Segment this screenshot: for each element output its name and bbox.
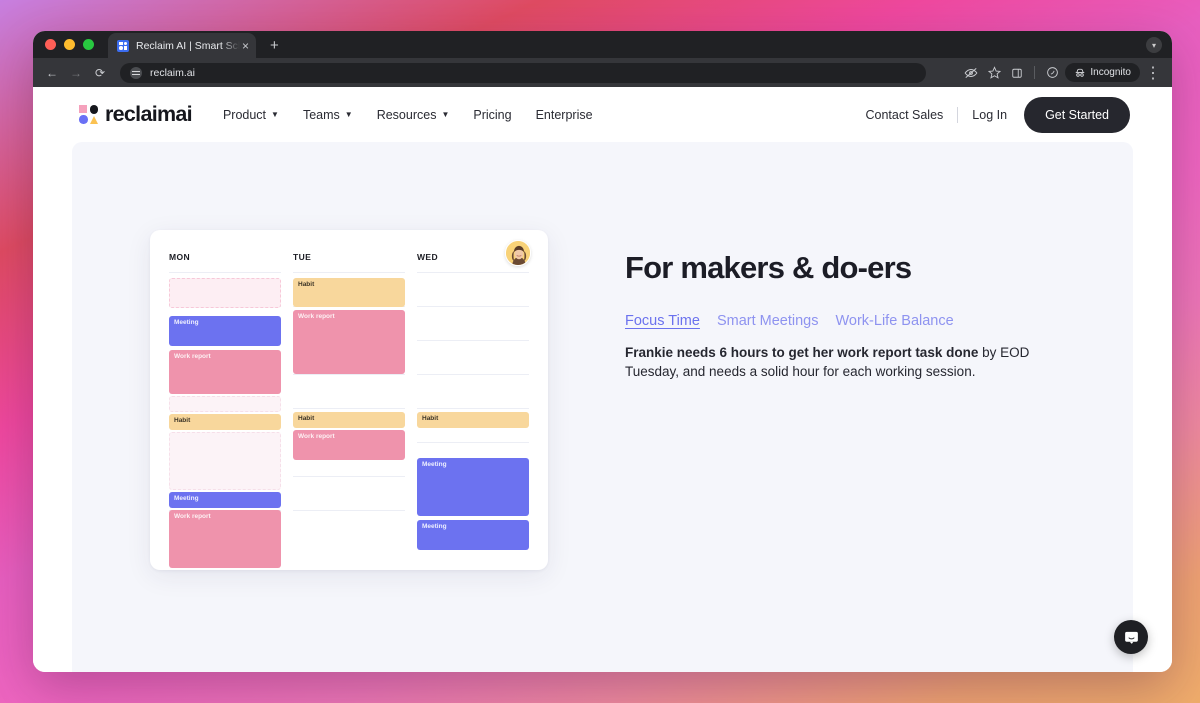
maximize-window-button[interactable] [83, 39, 94, 50]
nav-item-product[interactable]: Product ▼ [223, 108, 279, 122]
extensions-icon[interactable] [1042, 63, 1062, 83]
nav-item-resources-label: Resources [376, 107, 437, 122]
nav-item-enterprise[interactable]: Enterprise [536, 108, 593, 122]
browser-tab-title: Reclaim AI | Smart Scheduling [136, 39, 240, 52]
hero-section: MON Meeting Work report Habit Meeting Wo… [72, 142, 1133, 672]
calendar-event-work-report[interactable]: Work report [169, 510, 281, 568]
page-content: reclaimai Product ▼ Teams ▼ Resources ▼ … [33, 87, 1172, 672]
calendar-slot[interactable] [293, 510, 405, 544]
nav-item-product-label: Product [222, 107, 267, 122]
calendar-day-label: MON [169, 252, 191, 262]
calendar-event-ghost[interactable] [169, 396, 281, 412]
browser-toolbar: ← → ⟳ reclaim.ai Incognito ⋮ [33, 58, 1172, 87]
log-in-link[interactable]: Log In [972, 108, 1007, 122]
close-window-button[interactable] [45, 39, 56, 50]
contact-sales-link[interactable]: Contact Sales [865, 108, 943, 122]
hero-tabs: Focus Time Smart Meetings Work-Life Bala… [625, 313, 1065, 329]
calendar-column-wed: WED Habit Meeting Meeting [417, 252, 529, 550]
toolbar-actions: Incognito ⋮ [961, 63, 1163, 83]
back-icon[interactable]: ← [42, 63, 62, 83]
browser-menu-icon[interactable]: ⋮ [1143, 63, 1163, 83]
close-tab-icon[interactable]: × [242, 40, 249, 52]
toolbar-divider [1034, 66, 1036, 79]
reclaim-favicon-icon [117, 39, 129, 52]
calendar-event-meeting[interactable]: Meeting [417, 520, 529, 550]
incognito-hat-icon [1076, 68, 1085, 77]
calendar-slot[interactable] [293, 374, 405, 408]
chat-bubble-icon [1124, 631, 1138, 644]
nav-item-resources[interactable]: Resources ▼ [377, 108, 450, 122]
nav-item-pricing[interactable]: Pricing [473, 108, 511, 122]
calendar-column-tue: TUE Habit Work report Habit Work report [293, 252, 405, 544]
calendar-event-work-report[interactable]: Work report [293, 430, 405, 460]
calendar-event-meeting[interactable]: Meeting [169, 316, 281, 346]
hero-description-bold: Frankie needs 6 hours to get her work re… [625, 344, 979, 360]
primary-nav: Product ▼ Teams ▼ Resources ▼ Pricing En… [223, 108, 593, 122]
header-divider [957, 106, 959, 123]
calendar-event-ghost[interactable] [169, 432, 281, 490]
nav-item-teams[interactable]: Teams ▼ [303, 108, 353, 122]
incognito-indicator[interactable]: Incognito [1065, 63, 1140, 82]
site-logo[interactable]: reclaimai [79, 102, 193, 127]
address-bar[interactable]: reclaim.ai [120, 62, 926, 83]
calendar-slot[interactable] [417, 340, 529, 374]
hero-description: Frankie needs 6 hours to get her work re… [625, 343, 1065, 383]
calendar-card: MON Meeting Work report Habit Meeting Wo… [150, 230, 548, 570]
calendar-event-work-report[interactable]: Work report [169, 350, 281, 394]
calendar-grid: MON Meeting Work report Habit Meeting Wo… [169, 252, 529, 568]
chevron-down-icon[interactable]: ▾ [1146, 37, 1162, 53]
tab-smart-meetings[interactable]: Smart Meetings [717, 313, 819, 329]
calendar-day-label: WED [417, 252, 439, 262]
get-started-button[interactable]: Get Started [1024, 96, 1130, 133]
chevron-down-icon: ▼ [271, 110, 279, 119]
address-bar-url: reclaim.ai [150, 66, 195, 79]
tab-focus-time[interactable]: Focus Time [625, 313, 700, 329]
site-settings-icon[interactable] [130, 66, 142, 79]
page-title: For makers & do-ers [625, 250, 912, 285]
calendar-column-mon: MON Meeting Work report Habit Meeting Wo… [169, 252, 281, 568]
site-logo-text: reclaimai [105, 102, 193, 126]
new-tab-button[interactable]: + [270, 38, 279, 53]
calendar-slots: Habit Meeting Meeting [417, 272, 529, 550]
hero-text-block: For makers & do-ers Focus Time Smart Mee… [625, 230, 1065, 570]
calendar-event-meeting[interactable]: Meeting [417, 458, 529, 516]
side-panel-icon[interactable] [1007, 63, 1027, 83]
chevron-down-icon: ▼ [441, 110, 450, 119]
intercom-launcher-button[interactable] [1114, 620, 1148, 654]
calendar-slot[interactable] [417, 306, 529, 340]
browser-window: Reclaim AI | Smart Scheduling × + ▾ ← → … [33, 31, 1172, 672]
calendar-slot[interactable] [293, 476, 405, 510]
calendar-event-ghost[interactable] [169, 278, 281, 308]
calendar-slot[interactable] [417, 272, 529, 306]
calendar-slots: Meeting Work report Habit Meeting Work r… [169, 272, 281, 568]
reload-icon[interactable]: ⟳ [90, 63, 110, 83]
site-header: reclaimai Product ▼ Teams ▼ Resources ▼ … [33, 87, 1172, 142]
calendar-event-meeting[interactable]: Meeting [169, 492, 281, 508]
nav-item-teams-label: Teams [302, 107, 340, 122]
tracking-protection-icon[interactable] [961, 63, 981, 83]
calendar-event-work-report[interactable]: Work report [293, 310, 405, 374]
window-traffic-lights [45, 31, 108, 58]
bookmark-star-icon[interactable] [984, 63, 1004, 83]
calendar-event-habit[interactable]: Habit [293, 412, 405, 428]
forward-icon[interactable]: → [66, 63, 86, 83]
calendar-slot[interactable] [417, 374, 529, 408]
tab-work-life-balance[interactable]: Work-Life Balance [835, 313, 953, 329]
browser-tab[interactable]: Reclaim AI | Smart Scheduling × [108, 33, 256, 58]
chevron-down-icon: ▼ [344, 110, 353, 119]
browser-tab-strip: Reclaim AI | Smart Scheduling × + ▾ [33, 31, 1172, 58]
reclaim-logo-mark-icon [79, 105, 98, 124]
incognito-label: Incognito [1090, 67, 1131, 78]
calendar-event-habit[interactable]: Habit [293, 278, 405, 307]
calendar-event-habit[interactable]: Habit [169, 414, 281, 430]
header-actions: Contact Sales Log In Get Started [865, 96, 1130, 133]
calendar-day-label: TUE [293, 252, 312, 262]
minimize-window-button[interactable] [64, 39, 75, 50]
calendar-event-habit[interactable]: Habit [417, 412, 529, 428]
calendar-slots: Habit Work report Habit Work report [293, 272, 405, 544]
